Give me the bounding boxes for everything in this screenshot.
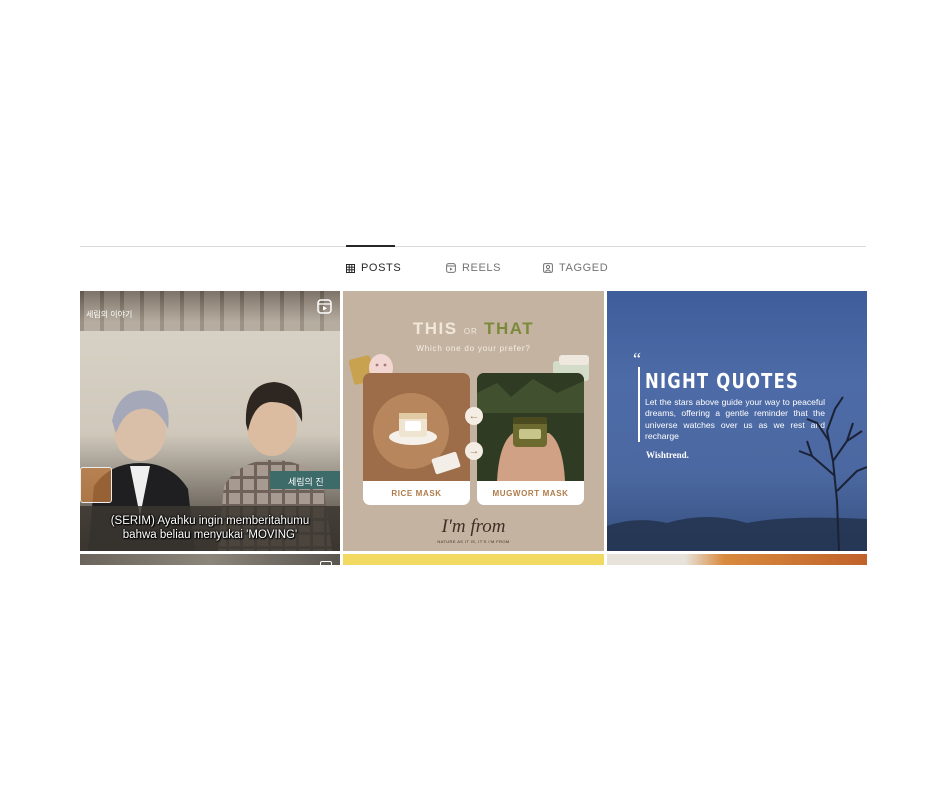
- mugwort-mask-image: [477, 373, 584, 481]
- post-tile-night-quotes[interactable]: “ NIGHT QUOTES Let the stars above guide…: [607, 291, 867, 551]
- tree-silhouette: [607, 396, 867, 551]
- arrow-left-icon: ←: [465, 407, 483, 425]
- arrow-right-icon: →: [465, 442, 483, 460]
- reels-icon: [446, 263, 456, 273]
- reel-icon: [320, 556, 332, 574]
- tagged-icon: [543, 263, 553, 273]
- rice-mask-label: RICE MASK: [391, 489, 442, 498]
- subtitle-line-1: (SERIM) Ayahku ingin memberitahumu: [110, 515, 310, 527]
- tab-tagged[interactable]: TAGGED: [543, 262, 608, 274]
- or-text: OR: [463, 327, 478, 336]
- that-text: THAT: [484, 319, 535, 338]
- profile-divider: [80, 246, 866, 247]
- sign-side-text: 세림의 진: [288, 477, 324, 487]
- rice-mask-card[interactable]: RICE MASK: [363, 373, 470, 505]
- post-tile-reel[interactable]: 세림의 이야기 세림의 진 (SERIM) Ayahku ingin membe…: [80, 291, 340, 551]
- rice-mask-image: [363, 373, 470, 481]
- profile-tabs: POSTS REELS TAGGED: [0, 262, 940, 276]
- brand-tagline: NATURE AS IT IS, IT'S I'M FROM: [437, 539, 510, 544]
- tab-reels[interactable]: REELS: [446, 262, 501, 274]
- post-tile-partial[interactable]: [343, 554, 604, 565]
- tea-glass: [80, 467, 112, 503]
- tab-posts-label: POSTS: [361, 262, 402, 274]
- tab-tagged-label: TAGGED: [559, 262, 609, 274]
- mugwort-mask-label: MUGWORT MASK: [492, 489, 569, 498]
- tab-posts[interactable]: POSTS: [346, 262, 401, 274]
- sign-top-text: 세림의 이야기: [86, 310, 133, 319]
- grid-icon: [346, 263, 355, 273]
- active-tab-indicator: [346, 245, 395, 247]
- post-tile-this-or-that[interactable]: THIS OR THAT Which one do your prefer? R…: [343, 291, 604, 551]
- this-or-that-heading: THIS OR THAT: [343, 319, 604, 339]
- reel-icon: [317, 299, 332, 319]
- tab-reels-label: REELS: [462, 262, 502, 274]
- subtitle-line-2: bahwa beliau menyukai 'MOVING': [122, 529, 298, 541]
- post-tile-partial[interactable]: [80, 554, 340, 569]
- post-tile-partial[interactable]: [607, 554, 867, 565]
- brand-logo: I'm from: [441, 516, 506, 537]
- this-text: THIS: [412, 319, 458, 338]
- mugwort-mask-card[interactable]: MUGWORT MASK: [477, 373, 584, 505]
- prefer-question: Which one do your prefer?: [416, 344, 531, 353]
